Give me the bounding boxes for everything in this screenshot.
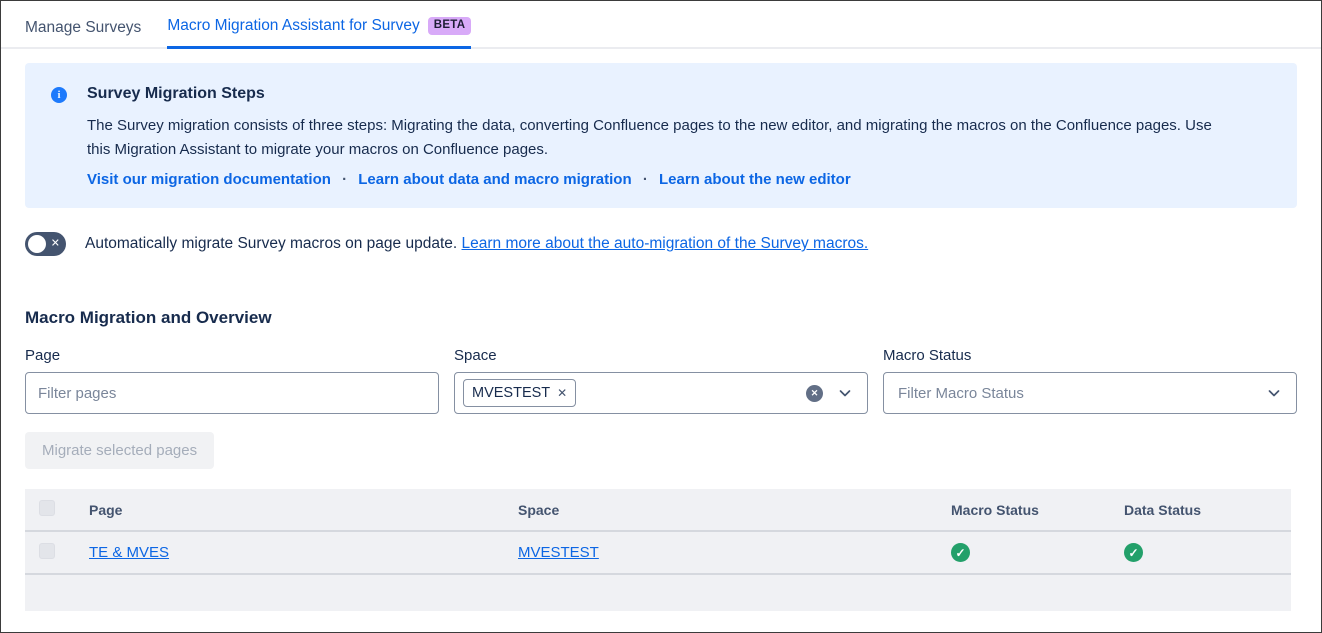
macro-status-filter-field: Macro Status Filter Macro Status	[883, 347, 1297, 414]
auto-migrate-row: ✕ Automatically migrate Survey macros on…	[25, 232, 1297, 256]
space-filter-field: Space MVESTEST ✕ ✕	[454, 347, 868, 414]
beta-badge: BETA	[428, 17, 472, 35]
header-page: Page	[89, 502, 518, 518]
macro-status-placeholder: Filter Macro Status	[892, 385, 1024, 402]
page-filter-label: Page	[25, 347, 439, 364]
filter-row: Page Space MVESTEST ✕ ✕ Macro Status	[25, 347, 1297, 414]
link-separator: ·	[643, 171, 648, 188]
toggle-off-x-icon: ✕	[51, 238, 60, 249]
tab-manage-surveys[interactable]: Manage Surveys	[25, 17, 141, 49]
chevron-down-icon[interactable]	[1265, 384, 1283, 402]
auto-migrate-text: Automatically migrate Survey macros on p…	[85, 235, 457, 252]
header-macro-status: Macro Status	[951, 502, 1124, 518]
link-new-editor[interactable]: Learn about the new editor	[659, 171, 851, 188]
link-separator: ·	[342, 171, 347, 188]
space-tag-label: MVESTEST	[472, 385, 550, 401]
tab-macro-migration-assistant[interactable]: Macro Migration Assistant for Survey BET…	[167, 17, 471, 49]
auto-migrate-label: Automatically migrate Survey macros on p…	[85, 235, 868, 253]
info-panel-content: Survey Migration Steps The Survey migrat…	[87, 85, 1232, 188]
table-footer	[25, 575, 1291, 611]
macro-status-filter-select[interactable]: Filter Macro Status	[883, 372, 1297, 414]
space-filter-label: Space	[454, 347, 868, 364]
header-data-status: Data Status	[1124, 502, 1291, 518]
select-all-checkbox[interactable]	[39, 500, 55, 516]
tab-bar: Manage Surveys Macro Migration Assistant…	[1, 1, 1321, 49]
space-filter-select[interactable]: MVESTEST ✕ ✕	[454, 372, 868, 414]
macro-status-success-icon: ✓	[951, 543, 970, 562]
chevron-down-icon[interactable]	[836, 384, 854, 402]
tab-manage-surveys-label: Manage Surveys	[25, 19, 141, 37]
space-link[interactable]: MVESTEST	[518, 544, 599, 561]
page-filter-control	[25, 372, 439, 414]
clear-all-icon[interactable]: ✕	[806, 385, 823, 402]
table-row: TE & MVES MVESTEST ✓ ✓	[25, 532, 1291, 575]
info-panel-body: The Survey migration consists of three s…	[87, 114, 1232, 162]
table-header-row: Page Space Macro Status Data Status	[25, 489, 1291, 532]
info-icon: i	[51, 87, 67, 103]
migration-info-panel: i Survey Migration Steps The Survey migr…	[25, 63, 1297, 208]
tab-assistant-label: Macro Migration Assistant for Survey	[167, 17, 419, 35]
migration-table: Page Space Macro Status Data Status TE &…	[25, 489, 1291, 611]
page-filter-input[interactable]	[26, 373, 438, 413]
space-selected-tag: MVESTEST ✕	[463, 379, 576, 407]
auto-migration-learn-more-link[interactable]: Learn more about the auto-migration of t…	[462, 235, 869, 252]
migrate-selected-pages-button[interactable]: Migrate selected pages	[25, 432, 214, 469]
section-title: Macro Migration and Overview	[25, 308, 1297, 328]
app-viewport: Manage Surveys Macro Migration Assistant…	[0, 0, 1322, 633]
toggle-knob-icon	[28, 235, 46, 253]
link-data-macro-migration[interactable]: Learn about data and macro migration	[358, 171, 631, 188]
macro-status-filter-label: Macro Status	[883, 347, 1297, 364]
row-checkbox[interactable]	[39, 543, 55, 559]
info-panel-title: Survey Migration Steps	[87, 85, 1232, 103]
auto-migrate-toggle[interactable]: ✕	[25, 232, 66, 256]
page-link[interactable]: TE & MVES	[89, 544, 169, 561]
info-panel-links: Visit our migration documentation · Lear…	[87, 171, 1232, 188]
link-migration-documentation[interactable]: Visit our migration documentation	[87, 171, 331, 188]
data-status-success-icon: ✓	[1124, 543, 1143, 562]
page-filter-field: Page	[25, 347, 439, 414]
tag-remove-icon[interactable]: ✕	[557, 386, 567, 400]
header-space: Space	[518, 502, 951, 518]
